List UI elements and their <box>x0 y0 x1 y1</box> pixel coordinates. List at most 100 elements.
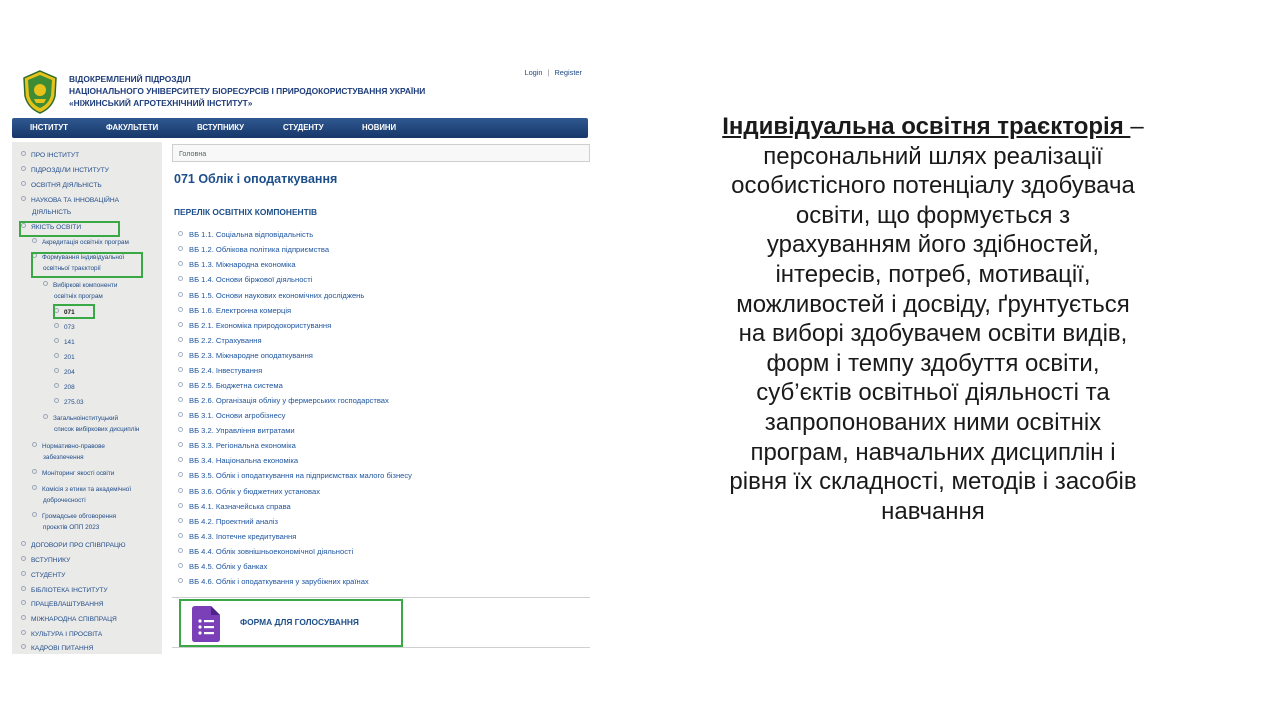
sidebar-item-international[interactable]: МІЖНАРОДНА СПІВПРАЦЯ <box>21 614 117 626</box>
sidebar-item-regulations[interactable]: Нормативно-правове <box>32 441 105 452</box>
bullet-icon <box>178 518 183 523</box>
component-link[interactable]: ВБ 2.4. Інвестування <box>178 366 262 375</box>
sidebar-item-ethics-cont[interactable]: доброчесності <box>43 495 86 506</box>
sidebar-item-201[interactable]: 201 <box>54 352 75 363</box>
sidebar-item-culture[interactable]: КУЛЬТУРА І ПРОСВІТА <box>21 629 102 641</box>
component-link[interactable]: ВБ 3.4. Національна економіка <box>178 456 298 465</box>
bullet-icon <box>21 615 26 620</box>
sidebar-item-public-discussion[interactable]: Громадське обговорення <box>32 511 116 522</box>
sidebar-item-general-list-cont[interactable]: список вибіркових дисциплін <box>54 424 139 435</box>
bullet-icon <box>178 397 183 402</box>
definition-line: форм і темпу здобуття освіти, <box>766 349 1100 377</box>
sidebar-item-science[interactable]: НАУКОВА ТА ІННОВАЦІЙНА <box>21 195 119 207</box>
bullet-icon <box>32 512 37 517</box>
site-header: ВІДОКРЕМЛЕНИЙ ПІДРОЗДІЛ НАЦІОНАЛЬНОГО УН… <box>12 66 594 118</box>
highlight-071 <box>53 304 95 319</box>
sidebar-item-regulations-cont[interactable]: забезпечення <box>43 452 84 463</box>
main-content: Головна 071 Облік і оподаткування ПЕРЕЛІ… <box>172 142 594 654</box>
nav-applicants[interactable]: ВСТУПНИКУ <box>197 123 244 132</box>
google-forms-icon <box>192 606 220 642</box>
register-link[interactable]: Register <box>554 68 582 77</box>
sidebar-item-education[interactable]: ОСВІТНЯ ДІЯЛЬНІСТЬ <box>21 180 102 192</box>
nav-students[interactable]: СТУДЕНТУ <box>283 123 324 132</box>
sidebar-item-275-03[interactable]: 275.03 <box>54 397 84 408</box>
component-link[interactable]: ВБ 4.2. Проектний аналіз <box>178 517 278 526</box>
sidebar-item-accreditation[interactable]: Акредитація освітніх програм <box>32 237 129 248</box>
component-link[interactable]: ВБ 4.6. Облік і оподаткування у зарубіжн… <box>178 577 369 586</box>
institute-name-line-3: «НІЖИНСЬКИЙ АГРОТЕХНІЧНИЙ ІНСТИТУТ» <box>69 98 253 108</box>
institute-logo[interactable] <box>22 70 58 114</box>
bullet-icon <box>21 541 26 546</box>
component-link[interactable]: ВБ 3.6. Облік у бюджетних установах <box>178 487 320 496</box>
component-link[interactable]: ВБ 1.3. Міжнародна економіка <box>178 260 296 269</box>
definition-line: персональний шлях реалізації <box>763 142 1103 170</box>
divider <box>172 647 590 648</box>
sidebar-item-electives[interactable]: Вибіркові компоненти <box>43 280 117 291</box>
definition-line: рівня їх складності, методів і засобів <box>729 468 1137 496</box>
section-title: ПЕРЕЛІК ОСВІТНІХ КОМПОНЕНТІВ <box>174 207 318 217</box>
sidebar-item-employment[interactable]: ПРАЦЕВЛАШТУВАННЯ <box>21 599 104 611</box>
sidebar: ПРО ІНСТИТУТ ПІДРОЗДІЛИ ІНСТИТУТУ ОСВІТН… <box>12 142 162 654</box>
component-link[interactable]: ВБ 3.5. Облік і оподаткування на підприє… <box>178 471 412 480</box>
breadcrumb: Головна <box>172 144 590 162</box>
sidebar-item-electives-cont[interactable]: освітніх програм <box>54 291 103 302</box>
sidebar-item-monitoring[interactable]: Моніторинг якості освіти <box>32 468 114 479</box>
bullet-icon <box>178 367 183 372</box>
component-link[interactable]: ВБ 4.3. Іпотечне кредитування <box>178 532 296 541</box>
component-link[interactable]: ВБ 3.3. Регіональна економіка <box>178 441 296 450</box>
sidebar-item-departments[interactable]: ПІДРОЗДІЛИ ІНСТИТУТУ <box>21 165 109 177</box>
bullet-icon <box>178 382 183 387</box>
component-link[interactable]: ВБ 1.4. Основи біржової діяльності <box>178 275 312 284</box>
component-link[interactable]: ВБ 2.5. Бюджетна система <box>178 381 283 390</box>
nav-institute[interactable]: ІНСТИТУТ <box>30 123 68 132</box>
sidebar-item-applicants[interactable]: ВСТУПНИКУ <box>21 555 70 567</box>
component-link[interactable]: ВБ 2.3. Міжнародне оподаткування <box>178 351 313 360</box>
component-link[interactable]: ВБ 3.2. Управління витратами <box>178 426 295 435</box>
bullet-icon <box>178 488 183 493</box>
bullet-icon <box>178 352 183 357</box>
sidebar-item-hr[interactable]: КАДРОВІ ПИТАННЯ <box>21 643 93 654</box>
sidebar-item-agreements[interactable]: ДОГОВОРИ ПРО СПІВПРАЦЮ <box>21 540 126 552</box>
nav-faculties[interactable]: ФАКУЛЬТЕТИ <box>106 123 158 132</box>
sidebar-item-141[interactable]: 141 <box>54 337 75 348</box>
bullet-icon <box>178 503 183 508</box>
login-link[interactable]: Login <box>524 68 542 77</box>
component-link[interactable]: ВБ 4.4. Облік зовнішньоекономічної діяль… <box>178 547 353 556</box>
bullet-icon <box>178 307 183 312</box>
bullet-icon <box>178 427 183 432</box>
breadcrumb-home[interactable]: Головна <box>179 149 206 158</box>
sidebar-item-204[interactable]: 204 <box>54 367 75 378</box>
nav-news[interactable]: НОВИНИ <box>362 123 396 132</box>
sidebar-item-about[interactable]: ПРО ІНСТИТУТ <box>21 150 79 162</box>
sidebar-item-073[interactable]: 073 <box>54 322 75 333</box>
sidebar-item-208[interactable]: 208 <box>54 382 75 393</box>
bullet-icon <box>21 630 26 635</box>
component-link[interactable]: ВБ 4.5. Облік у банках <box>178 562 267 571</box>
component-link[interactable]: ВБ 2.1. Економіка природокористування <box>178 321 331 330</box>
definition-line: запропонованих ними освітніх <box>764 408 1102 436</box>
sidebar-item-general-list[interactable]: Загальноінституцький <box>43 413 118 424</box>
bullet-icon <box>178 276 183 281</box>
sidebar-item-science-cont[interactable]: ДІЯЛЬНІСТЬ <box>32 207 71 219</box>
component-link[interactable]: ВБ 1.6. Електронна комерція <box>178 306 291 315</box>
bullet-icon <box>32 469 37 474</box>
auth-links: Login | Register <box>524 68 582 77</box>
bullet-icon <box>54 338 59 343</box>
sidebar-item-library[interactable]: БІБЛІОТЕКА ІНСТИТУТУ <box>21 585 108 597</box>
definition-text: Індивідуальна освітня траєкторія – персо… <box>660 112 1206 526</box>
component-link[interactable]: ВБ 1.1. Соціальна відповідальність <box>178 230 313 239</box>
definition-line: навчання <box>881 497 985 525</box>
component-link[interactable]: ВБ 2.6. Організація обліку у фермерських… <box>178 396 389 405</box>
bullet-icon <box>178 442 183 447</box>
component-link[interactable]: ВБ 1.2. Облікова політика підприємства <box>178 245 329 254</box>
component-link[interactable]: ВБ 2.2. Страхування <box>178 336 262 345</box>
component-link[interactable]: ВБ 3.1. Основи агробізнесу <box>178 411 285 420</box>
voting-form-button[interactable]: ФОРМА ДЛЯ ГОЛОСУВАННЯ <box>179 599 403 647</box>
sidebar-item-students[interactable]: СТУДЕНТУ <box>21 570 65 582</box>
sidebar-item-public-discussion-cont[interactable]: проєктів ОПП 2023 <box>43 522 99 533</box>
component-link[interactable]: ВБ 1.5. Основи наукових економічних досл… <box>178 291 364 300</box>
sidebar-item-ethics[interactable]: Комісія з етики та академічної <box>32 484 131 495</box>
bullet-icon <box>178 548 183 553</box>
definition-dash: – <box>1130 113 1144 140</box>
component-link[interactable]: ВБ 4.1. Казначейська справа <box>178 502 291 511</box>
